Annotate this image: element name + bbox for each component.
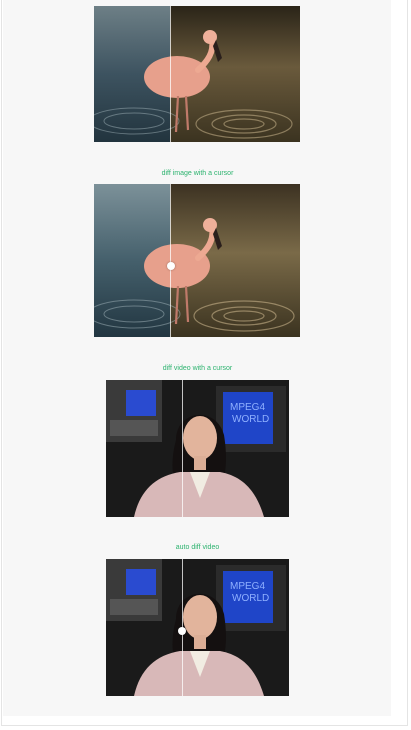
flamingo-illustration [94, 6, 300, 142]
svg-text:MPEG4: MPEG4 [230, 402, 265, 413]
cursor-handle-icon[interactable] [167, 262, 175, 270]
news-anchor-frame: MPEG4 WORLD [106, 380, 289, 517]
anchor-video-diff-cursor[interactable]: MPEG4 WORLD [106, 380, 289, 517]
news-anchor-frame: MPEG4 WORLD [106, 559, 289, 696]
flamingo-illustration [94, 184, 300, 337]
caption-image-cursor: diff image with a cursor [161, 170, 234, 177]
cursor-handle-icon[interactable] [178, 627, 186, 635]
svg-text:MPEG4: MPEG4 [230, 581, 265, 592]
anchor-video-auto-diff[interactable]: MPEG4 WORLD [106, 559, 289, 696]
split-divider[interactable] [182, 380, 183, 517]
svg-text:WORLD: WORLD [232, 593, 269, 604]
split-divider[interactable] [170, 6, 171, 142]
caption-video-cursor: diff video with a cursor [162, 365, 233, 372]
flamingo-image-diff[interactable] [94, 6, 300, 142]
flamingo-image-diff-cursor[interactable] [94, 184, 300, 337]
split-divider[interactable] [170, 184, 171, 337]
svg-text:WORLD: WORLD [232, 414, 269, 425]
caption-auto-video: auto diff video [175, 544, 220, 551]
